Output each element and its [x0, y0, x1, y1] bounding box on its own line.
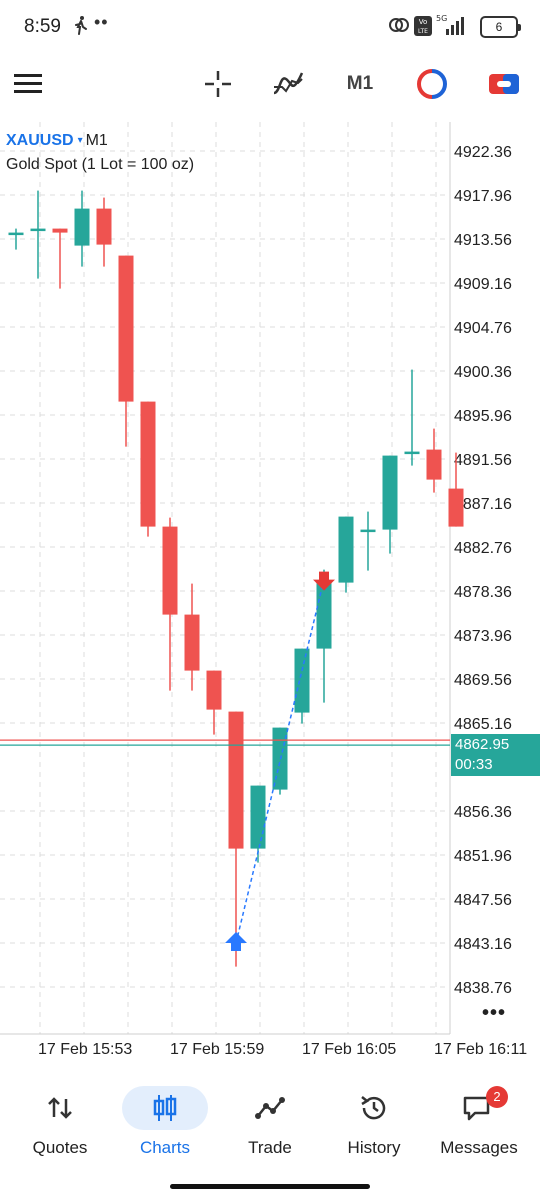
candle-body [360, 529, 376, 533]
candle-body [250, 785, 266, 849]
price-tick-label: 4843.16 [454, 936, 512, 953]
price-tick-label: 4917.96 [454, 188, 512, 205]
nav-trade[interactable]: Trade [220, 1084, 320, 1164]
bar-timer: 00:33 [455, 756, 493, 773]
price-tick-label: 4909.16 [454, 276, 512, 293]
price-tick-label: 4838.76 [454, 980, 512, 997]
signal-icon: 5G [436, 13, 466, 42]
crosshair-icon[interactable] [196, 62, 240, 106]
candle-body [30, 228, 46, 232]
candle-body [206, 670, 222, 710]
candle-body [228, 711, 244, 849]
sell-arrow-icon [313, 571, 335, 591]
svg-text:LTE: LTE [418, 28, 428, 35]
symbol-dropdown-icon[interactable]: ▾ [78, 135, 83, 146]
candle-body [382, 455, 398, 530]
price-tick-label: 4922.36 [454, 144, 512, 161]
messages-badge: 2 [486, 1086, 508, 1108]
candle-body [118, 255, 134, 402]
nav-label: Quotes [32, 1138, 88, 1157]
trade-icon [220, 1084, 320, 1132]
battery-indicator: 6 [480, 16, 521, 38]
price-tick-label: 4891.56 [454, 452, 512, 469]
status-time: 8:59 [24, 16, 61, 37]
candle-body [294, 648, 310, 713]
status-bar: 8:59 •• Vo LTE 5G 6 [0, 0, 540, 52]
nav-history[interactable]: History [324, 1084, 424, 1164]
price-tick-label: 4882.76 [454, 540, 512, 557]
candle-body [8, 232, 24, 236]
current-price: 4862.95 [455, 736, 510, 753]
candle-body [74, 208, 90, 246]
price-tick-label: 4847.56 [454, 892, 512, 909]
price-tick-label: 4865.16 [454, 716, 512, 733]
candle-body [426, 449, 442, 480]
more-options-icon[interactable]: ••• [482, 1002, 506, 1025]
link-icon [388, 14, 410, 41]
status-icons: Vo LTE 5G 6 [388, 14, 521, 41]
time-axis-label: 17 Feb 16:11 [434, 1041, 527, 1058]
candle-body [404, 451, 420, 455]
time-axis-label: 17 Feb 15:59 [170, 1041, 264, 1058]
nav-messages[interactable]: 2 Messages [429, 1084, 529, 1164]
svg-text:Vo: Vo [419, 18, 428, 26]
indicators-icon[interactable] [266, 62, 310, 106]
objects-icon[interactable] [410, 62, 454, 106]
chart-toolbar: M1 [0, 52, 540, 116]
price-tick-label: 4895.96 [454, 408, 512, 425]
price-tick-label: 4851.96 [454, 848, 512, 865]
timeframe-button[interactable]: M1 [338, 62, 382, 106]
price-chart[interactable]: 4922.36 4917.96 4913.56 4909.16 4904.76 4900.… [0, 122, 540, 1062]
charts-icon [122, 1086, 208, 1130]
volte-icon: Vo LTE [414, 16, 432, 41]
candle-body [448, 488, 464, 527]
price-tick-label: 4869.56 [454, 672, 512, 689]
home-indicator [170, 1184, 370, 1189]
nav-label: Charts [139, 1138, 191, 1157]
nav-label: Messages [440, 1138, 518, 1157]
symbol-description: Gold Spot (1 Lot = 100 oz) [6, 156, 195, 173]
bottom-navigation: Quotes Charts Trade History 2 Messages [0, 1070, 540, 1170]
candle-body [96, 208, 112, 245]
symbol-header[interactable]: XAUUSD ▾ M1 [6, 132, 108, 150]
walking-icon [73, 15, 89, 40]
candle-body [184, 614, 200, 671]
chart-area[interactable]: 4922.36 4917.96 4913.56 4909.16 4904.76 4900.… [0, 122, 540, 1062]
nav-label: Trade [248, 1138, 292, 1157]
time-axis-label: 17 Feb 16:05 [302, 1041, 396, 1058]
quotes-icon [10, 1084, 110, 1132]
messages-icon [429, 1084, 529, 1132]
nav-quotes[interactable]: Quotes [10, 1084, 110, 1164]
buy-arrow-icon [225, 932, 247, 951]
price-tick-label: 4873.96 [454, 628, 512, 645]
price-tick-label: 4878.36 [454, 584, 512, 601]
network-5g-text: 5G [436, 14, 447, 23]
nav-label: History [347, 1138, 401, 1157]
current-price-tag: 4862.95 00:33 [451, 734, 540, 776]
candle-body [140, 401, 156, 527]
one-click-trading-icon[interactable] [482, 62, 526, 106]
price-tick-label: 4900.36 [454, 364, 512, 381]
symbol-name[interactable]: XAUUSD [6, 132, 74, 149]
candle-body [162, 526, 178, 615]
nav-charts[interactable]: Charts [115, 1084, 215, 1164]
chart-timeframe: M1 [85, 132, 108, 149]
history-icon [324, 1084, 424, 1132]
candle-body [338, 516, 354, 583]
time-axis-label: 17 Feb 15:53 [38, 1041, 132, 1058]
candle-body [52, 228, 68, 233]
candle-body [316, 582, 332, 649]
hamburger-menu-icon[interactable] [6, 62, 50, 106]
price-tick-label: 4856.36 [454, 804, 512, 821]
price-tick-label: 4913.56 [454, 232, 512, 249]
notification-dots: •• [94, 12, 109, 32]
price-tick-label: 4904.76 [454, 320, 512, 337]
